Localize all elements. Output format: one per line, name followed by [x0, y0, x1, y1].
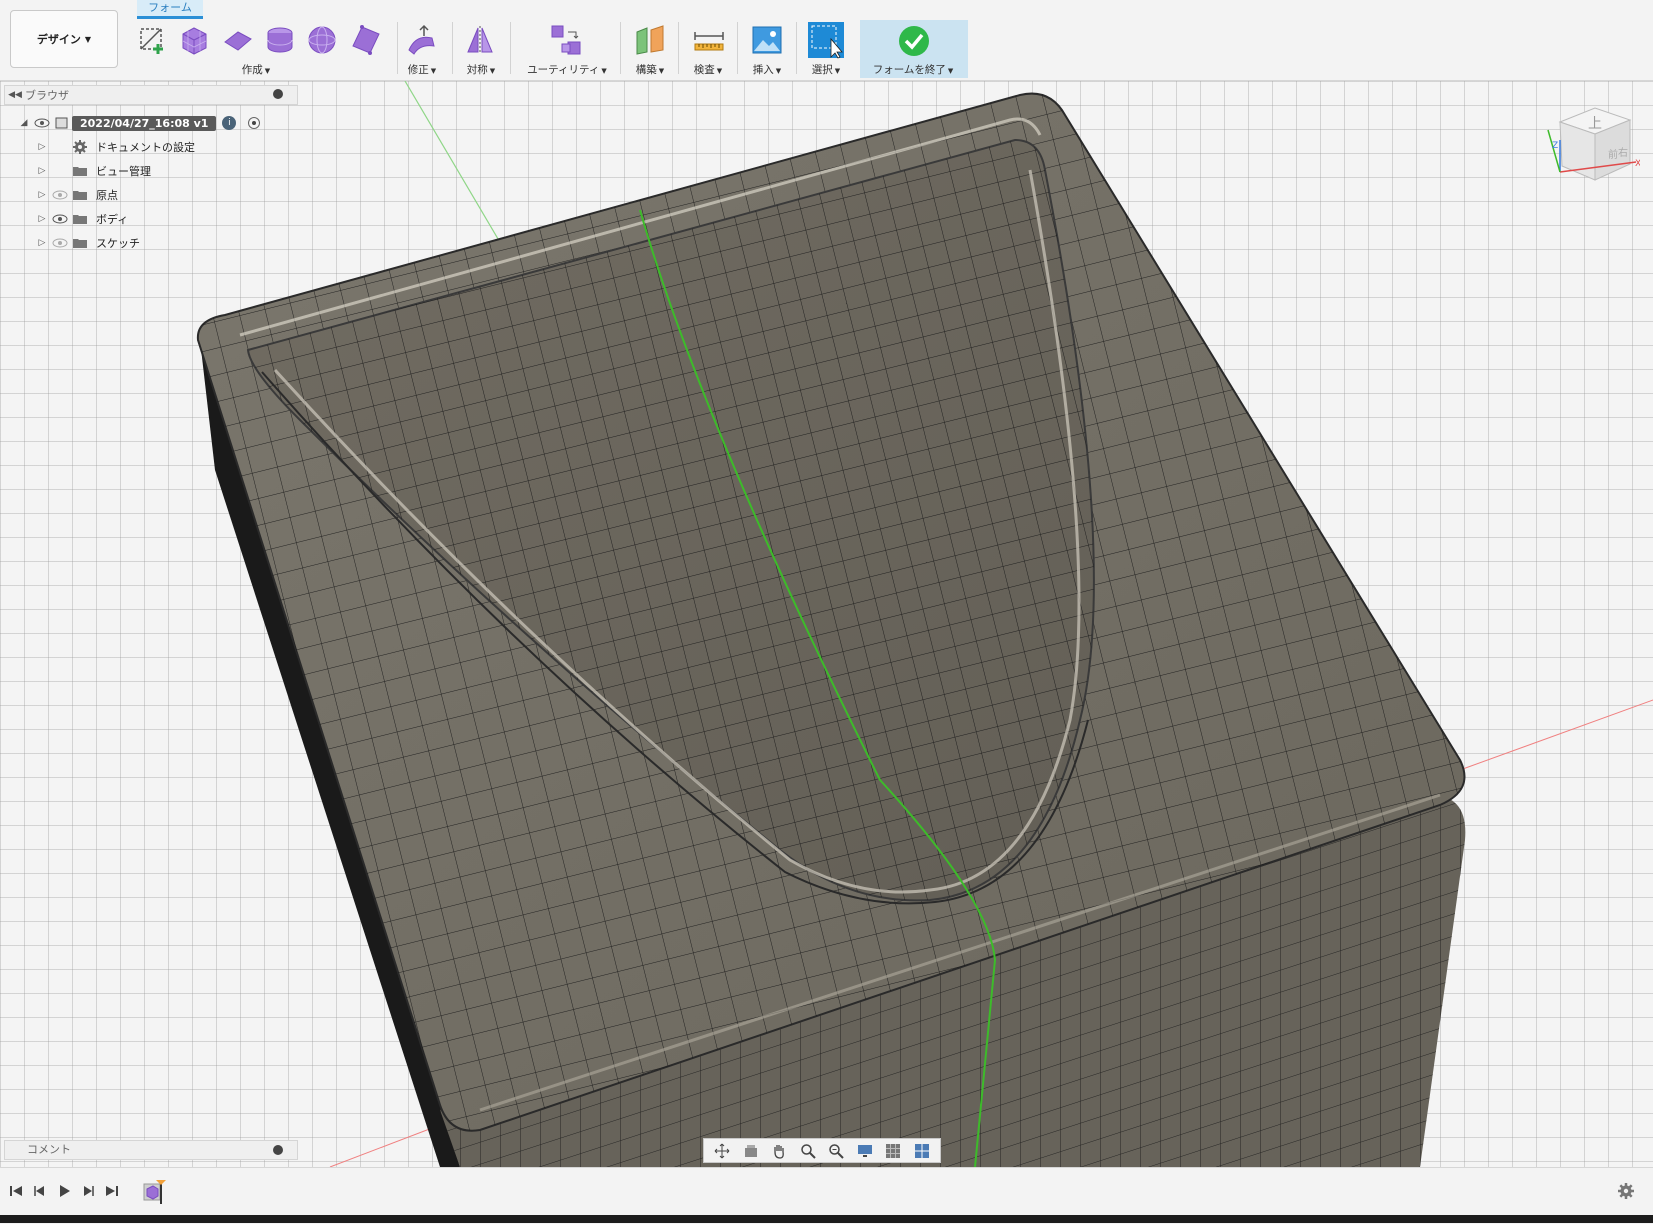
- utilities-icon[interactable]: [550, 24, 582, 56]
- group-create[interactable]: 作成 ▼: [242, 62, 270, 77]
- comments-panel[interactable]: コメント: [4, 1140, 298, 1160]
- toolbar-divider: [397, 22, 398, 74]
- pin-icon[interactable]: [273, 89, 283, 99]
- tab-form[interactable]: フォーム: [137, 0, 203, 19]
- add-comment-icon[interactable]: [273, 1145, 283, 1155]
- window-bottom-edge: [0, 1215, 1653, 1223]
- create-sketch-icon[interactable]: [136, 24, 168, 56]
- browser-title: ブラウザ: [25, 89, 69, 102]
- info-icon[interactable]: i: [222, 116, 237, 130]
- group-construct[interactable]: 構築 ▼: [636, 62, 664, 77]
- toolbar: デザイン ▼ フォーム 作成 ▼ 修正 ▼ 対称 ▼ ユーティリティ ▼ 構築 …: [0, 0, 1653, 81]
- group-select[interactable]: 選択 ▼: [812, 62, 840, 77]
- group-inspect[interactable]: 検査 ▼: [694, 62, 722, 77]
- browser-panel-header[interactable]: ◀◀ ブラウザ: [4, 85, 298, 105]
- expanded-triangle-icon[interactable]: ◢: [18, 118, 30, 128]
- collapse-icon[interactable]: ◀◀: [5, 90, 25, 100]
- eye-icon[interactable]: [52, 214, 68, 224]
- go-to-start-icon[interactable]: [8, 1183, 24, 1199]
- toolbar-divider: [510, 22, 511, 74]
- collapsed-triangle-icon[interactable]: ▷: [36, 238, 48, 248]
- gear-icon[interactable]: [1617, 1182, 1635, 1200]
- tsplines-body[interactable]: [0, 81, 1653, 1167]
- workspace-label: デザイン: [36, 33, 81, 46]
- browser-item-view-management[interactable]: ▷ ビュー管理: [18, 161, 151, 181]
- toolbar-divider: [737, 22, 738, 74]
- browser-item-origin[interactable]: ▷ 原点: [18, 185, 118, 205]
- folder-icon: [73, 215, 87, 224]
- collapsed-triangle-icon[interactable]: ▷: [36, 190, 48, 200]
- plane-icon[interactable]: [222, 24, 254, 56]
- browser-root-label[interactable]: 2022/04/27_16:08 v1: [72, 115, 217, 131]
- folder-icon: [73, 167, 87, 176]
- group-finish[interactable]: フォームを終了 ▼: [873, 62, 954, 77]
- folder-icon: [73, 191, 87, 200]
- svg-text:X: X: [1635, 159, 1640, 169]
- svg-text:上: 上: [1588, 116, 1602, 132]
- group-insert[interactable]: 挿入 ▼: [753, 62, 781, 77]
- collapsed-triangle-icon[interactable]: ▷: [36, 214, 48, 224]
- group-utilities[interactable]: ユーティリティ ▼: [527, 62, 607, 77]
- toolbar-divider: [452, 22, 453, 74]
- browser-root-node[interactable]: ◢ 2022/04/27_16:08 v1 i: [18, 113, 261, 133]
- measure-icon[interactable]: [693, 24, 725, 56]
- component-icon: [55, 117, 68, 129]
- insert-image-icon[interactable]: [751, 24, 783, 56]
- group-modify[interactable]: 修正 ▼: [408, 62, 436, 77]
- zoom-icon[interactable]: [800, 1143, 816, 1159]
- chevron-down-icon: ▼: [84, 34, 92, 44]
- select-icon[interactable]: [807, 21, 845, 59]
- go-to-end-icon[interactable]: [104, 1183, 120, 1199]
- group-symmetry[interactable]: 対称 ▼: [467, 62, 495, 77]
- comments-title: コメント: [27, 1143, 71, 1156]
- workspace-switcher-button[interactable]: デザイン ▼: [10, 10, 118, 68]
- step-back-icon[interactable]: [32, 1183, 48, 1199]
- eye-hidden-icon[interactable]: [52, 238, 68, 248]
- collapsed-triangle-icon[interactable]: ▷: [36, 142, 48, 152]
- 3d-viewport[interactable]: [0, 81, 1653, 1167]
- quadball-icon[interactable]: [350, 24, 382, 56]
- toolbar-divider: [796, 22, 797, 74]
- browser-item-bodies[interactable]: ▷ ボディ: [18, 209, 129, 229]
- pan-hand-icon[interactable]: [771, 1143, 787, 1159]
- folder-icon: [73, 239, 87, 248]
- modify-form-icon[interactable]: [406, 24, 438, 56]
- eye-hidden-icon[interactable]: [52, 190, 68, 200]
- eye-icon[interactable]: [34, 118, 50, 128]
- grid-settings-icon[interactable]: [885, 1143, 901, 1159]
- activate-radio-icon[interactable]: [248, 117, 261, 129]
- display-settings-icon[interactable]: [857, 1143, 873, 1159]
- viewports-icon[interactable]: [914, 1143, 930, 1159]
- cylinder-icon[interactable]: [264, 24, 296, 56]
- sphere-icon[interactable]: [306, 24, 338, 56]
- gear-icon: [73, 140, 87, 154]
- browser-item-document-settings[interactable]: ▷ ドキュメントの設定: [18, 137, 195, 157]
- svg-text:Z: Z: [1552, 141, 1558, 151]
- svg-text:前: 前: [1608, 148, 1618, 161]
- box-icon[interactable]: [178, 24, 210, 56]
- checkmark-icon: [899, 26, 929, 56]
- look-at-icon[interactable]: [743, 1143, 759, 1159]
- svg-text:右: 右: [1618, 146, 1628, 159]
- origin-x-axis: [1459, 699, 1653, 771]
- symmetry-icon[interactable]: [464, 24, 496, 56]
- toolbar-divider: [620, 22, 621, 74]
- browser-item-sketches[interactable]: ▷ スケッチ: [18, 233, 140, 253]
- timeline-form-feature-icon[interactable]: [142, 1178, 170, 1206]
- construct-icon[interactable]: [634, 24, 666, 56]
- play-icon[interactable]: [56, 1183, 72, 1199]
- collapsed-triangle-icon[interactable]: ▷: [36, 166, 48, 176]
- orbit-icon[interactable]: [714, 1143, 730, 1159]
- navigation-bar: [703, 1138, 941, 1163]
- fit-zoom-icon[interactable]: [828, 1143, 844, 1159]
- view-cube[interactable]: 上 前 右 X Z: [1540, 100, 1640, 190]
- toolbar-divider: [678, 22, 679, 74]
- step-forward-icon[interactable]: [80, 1183, 96, 1199]
